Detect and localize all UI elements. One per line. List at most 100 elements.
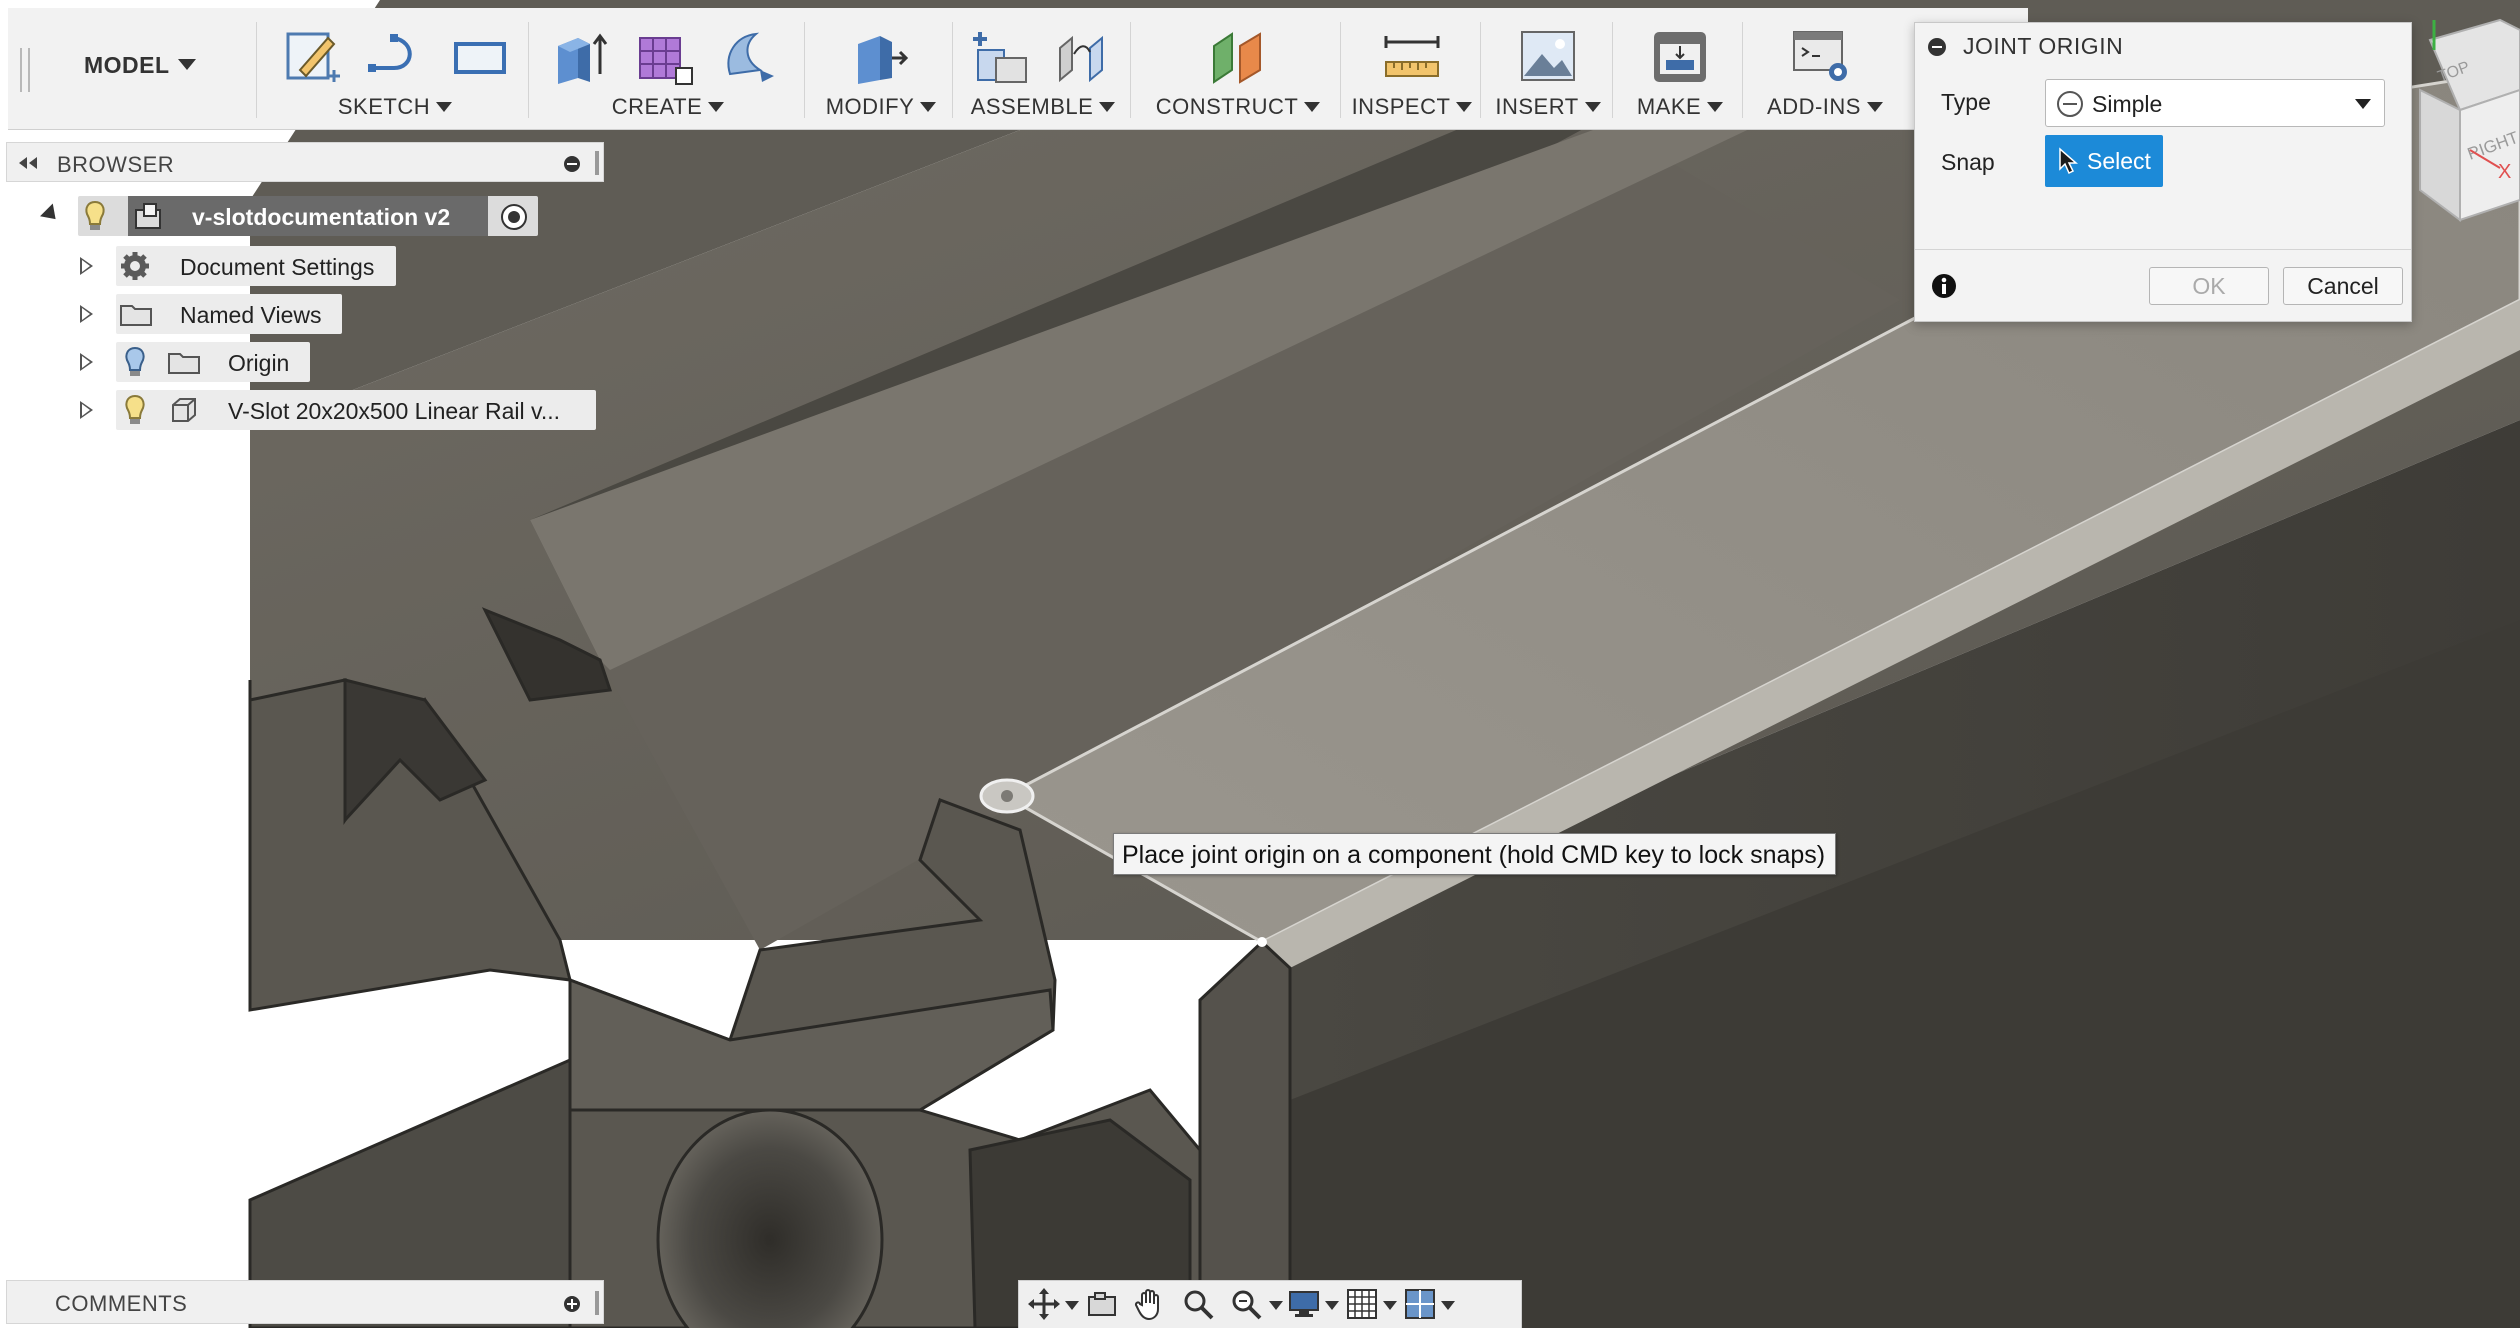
chevron-down-icon[interactable]	[1441, 1301, 1455, 1310]
simple-joint-icon	[2057, 91, 2083, 117]
grid-settings-icon[interactable]	[1345, 1287, 1379, 1321]
snap-label: Snap	[1941, 149, 1995, 175]
viewcube[interactable]: TOP RIGHT X	[2419, 18, 2520, 222]
tree-item-label: Document Settings	[180, 254, 375, 280]
collapse-panel-icon[interactable]	[17, 155, 41, 171]
toolbar-grip[interactable]	[20, 48, 30, 92]
viewcube-x-axis-label: X	[2498, 161, 2511, 183]
line-icon[interactable]	[364, 24, 428, 88]
insert-group[interactable]: INSERT	[1488, 8, 1608, 130]
sketch-group[interactable]: SKETCH	[264, 8, 526, 130]
tree-item-vslot-rail[interactable]: V-Slot 20x20x500 Linear Rail v...	[0, 390, 600, 430]
panel-resize-handle[interactable]	[595, 151, 599, 175]
expand-toggle-icon[interactable]	[80, 257, 93, 275]
create-group[interactable]: CREATE	[536, 8, 800, 130]
new-component-icon[interactable]	[970, 24, 1034, 88]
insert-image-icon[interactable]	[1516, 24, 1580, 88]
visibility-bulb-icon[interactable]	[124, 394, 146, 426]
3d-print-icon[interactable]	[1648, 24, 1712, 88]
tree-item-named-views[interactable]: Named Views	[0, 294, 600, 334]
expand-toggle-icon[interactable]	[80, 401, 93, 419]
add-ins-group[interactable]: ADD-INS	[1750, 8, 1900, 130]
assemble-menu-label[interactable]: ASSEMBLE	[960, 94, 1126, 120]
create-menu-label[interactable]: CREATE	[536, 94, 800, 120]
joint-icon[interactable]	[1050, 24, 1114, 88]
viewports-icon[interactable]	[1403, 1287, 1437, 1321]
extrude-icon[interactable]	[548, 24, 612, 88]
display-settings-icon[interactable]	[1287, 1287, 1321, 1321]
browser-title: BROWSER	[57, 152, 175, 177]
gear-icon	[121, 252, 149, 280]
comments-panel[interactable]: COMMENTS	[6, 1280, 604, 1324]
visibility-bulb-icon[interactable]	[124, 346, 146, 378]
assemble-group[interactable]: ASSEMBLE	[960, 8, 1126, 130]
inspect-menu-label[interactable]: INSPECT	[1348, 94, 1476, 120]
scripts-addins-icon[interactable]	[1790, 24, 1854, 88]
snap-point	[1257, 937, 1267, 947]
comments-title: COMMENTS	[55, 1291, 188, 1316]
folder-icon	[168, 353, 200, 374]
zoom-window-icon[interactable]	[1181, 1287, 1215, 1321]
body-icon	[172, 398, 196, 422]
inspect-group[interactable]: INSPECT	[1348, 8, 1476, 130]
tree-item-label: Origin	[228, 350, 290, 376]
revolve-icon[interactable]	[716, 24, 780, 88]
tree-root-document[interactable]: v-slotdocumentation v2	[0, 196, 600, 236]
type-dropdown[interactable]: Simple	[2045, 79, 2385, 127]
measure-icon[interactable]	[1380, 24, 1444, 88]
panel-resize-handle[interactable]	[595, 1291, 599, 1315]
construct-menu-label[interactable]: CONSTRUCT	[1138, 94, 1338, 120]
expand-toggle-icon[interactable]	[80, 353, 93, 371]
type-label: Type	[1941, 89, 1991, 115]
cursor-arrow-icon	[2059, 147, 2078, 175]
info-icon[interactable]	[1931, 273, 1957, 299]
modify-group[interactable]: MODIFY	[812, 8, 950, 130]
sketch-menu-label[interactable]: SKETCH	[264, 94, 526, 120]
offset-plane-icon[interactable]	[1206, 24, 1270, 88]
make-menu-label[interactable]: MAKE	[1620, 94, 1740, 120]
chevron-down-icon[interactable]	[1383, 1301, 1397, 1310]
folder-icon	[120, 305, 152, 326]
chevron-down-icon[interactable]	[1269, 1301, 1283, 1310]
document-icon	[135, 203, 161, 229]
ok-button[interactable]: OK	[2149, 267, 2269, 305]
navigation-bar	[1018, 1280, 1522, 1328]
chevron-down-icon[interactable]	[1065, 1301, 1079, 1310]
snap-select-button[interactable]: Select	[2045, 135, 2163, 187]
browser-panel-header[interactable]: BROWSER	[6, 142, 604, 182]
zoom-icon[interactable]	[1229, 1287, 1263, 1321]
modify-menu-label[interactable]: MODIFY	[812, 94, 950, 120]
workspace-label: MODEL	[84, 52, 170, 78]
activate-component-icon[interactable]	[500, 203, 528, 231]
browser-options-icon[interactable]	[563, 155, 581, 173]
workspace-switcher[interactable]: MODEL	[84, 52, 196, 79]
create-sketch-icon[interactable]	[280, 24, 344, 88]
construct-group[interactable]: CONSTRUCT	[1138, 8, 1338, 130]
add-ins-menu-label[interactable]: ADD-INS	[1750, 94, 1900, 120]
rectangle-icon[interactable]	[448, 24, 512, 88]
cancel-button[interactable]: Cancel	[2283, 267, 2403, 305]
expand-toggle-icon[interactable]	[80, 305, 93, 323]
look-at-icon[interactable]	[1085, 1287, 1119, 1321]
chevron-down-icon[interactable]	[1325, 1301, 1339, 1310]
dialog-divider	[1915, 249, 2411, 250]
expand-toggle-icon[interactable]	[40, 203, 62, 226]
pan-hand-icon[interactable]	[1133, 1287, 1167, 1321]
visibility-bulb-icon[interactable]	[84, 200, 106, 232]
main-toolbar: MODEL SKETCH CREATE MODIFY ASSEMBLE CONS…	[8, 8, 2028, 130]
profile-right-wall	[1198, 939, 1292, 1328]
dialog-title: JOINT ORIGIN	[1963, 33, 2124, 59]
form-box-icon[interactable]	[632, 24, 696, 88]
orbit-icon[interactable]	[1027, 1287, 1061, 1321]
collapse-dialog-icon[interactable]	[1927, 37, 1947, 57]
make-group[interactable]: MAKE	[1620, 8, 1740, 130]
joint-origin-dialog: JOINT ORIGIN Type Simple Snap Select OK …	[1914, 22, 2412, 322]
add-comment-icon[interactable]	[563, 1295, 581, 1313]
placement-tooltip: Place joint origin on a component (hold …	[1113, 833, 1837, 875]
press-pull-icon[interactable]	[848, 24, 912, 88]
tree-item-label: Named Views	[180, 302, 322, 328]
tree-item-origin[interactable]: Origin	[0, 342, 600, 382]
joint-origin-center	[1001, 790, 1013, 802]
tree-item-document-settings[interactable]: Document Settings	[0, 246, 600, 286]
insert-menu-label[interactable]: INSERT	[1488, 94, 1608, 120]
